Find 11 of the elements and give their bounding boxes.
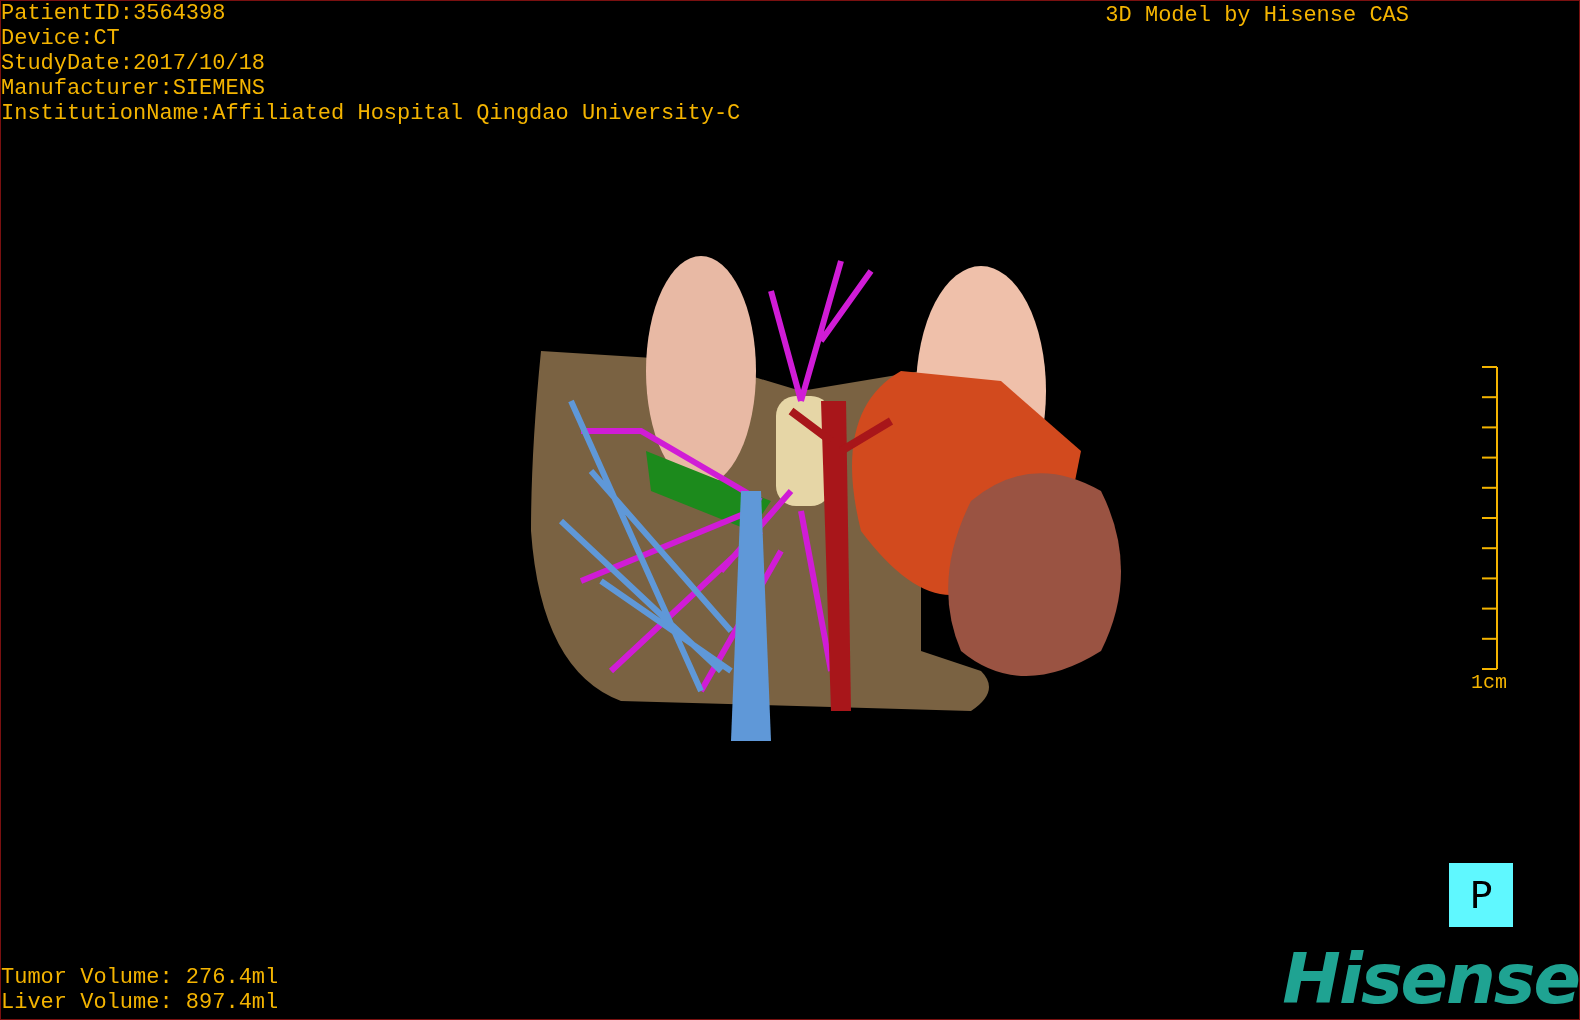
scale-label: 1cm bbox=[1471, 670, 1507, 695]
model-title: 3D Model by Hisense CAS bbox=[1105, 3, 1409, 30]
orientation-button[interactable]: P bbox=[1449, 863, 1513, 927]
brand-logo: Hisense bbox=[1282, 949, 1579, 1009]
volume-text: Tumor Volume: 276.4ml bbox=[1, 965, 279, 990]
patient-info-text: InstitutionName:Affiliated Hospital Qingdao University-C bbox=[1, 101, 741, 126]
patient-info-text: Manufacturer:SIEMENS bbox=[1, 76, 267, 101]
patient-info-text: Device:CT bbox=[1, 26, 121, 51]
patient-info-text: PatientID:3564398 bbox=[1, 1, 227, 26]
patient-info-text: StudyDate:2017/10/18 bbox=[1, 51, 267, 76]
volume-text: Liver Volume: 897.4ml bbox=[1, 990, 279, 1015]
